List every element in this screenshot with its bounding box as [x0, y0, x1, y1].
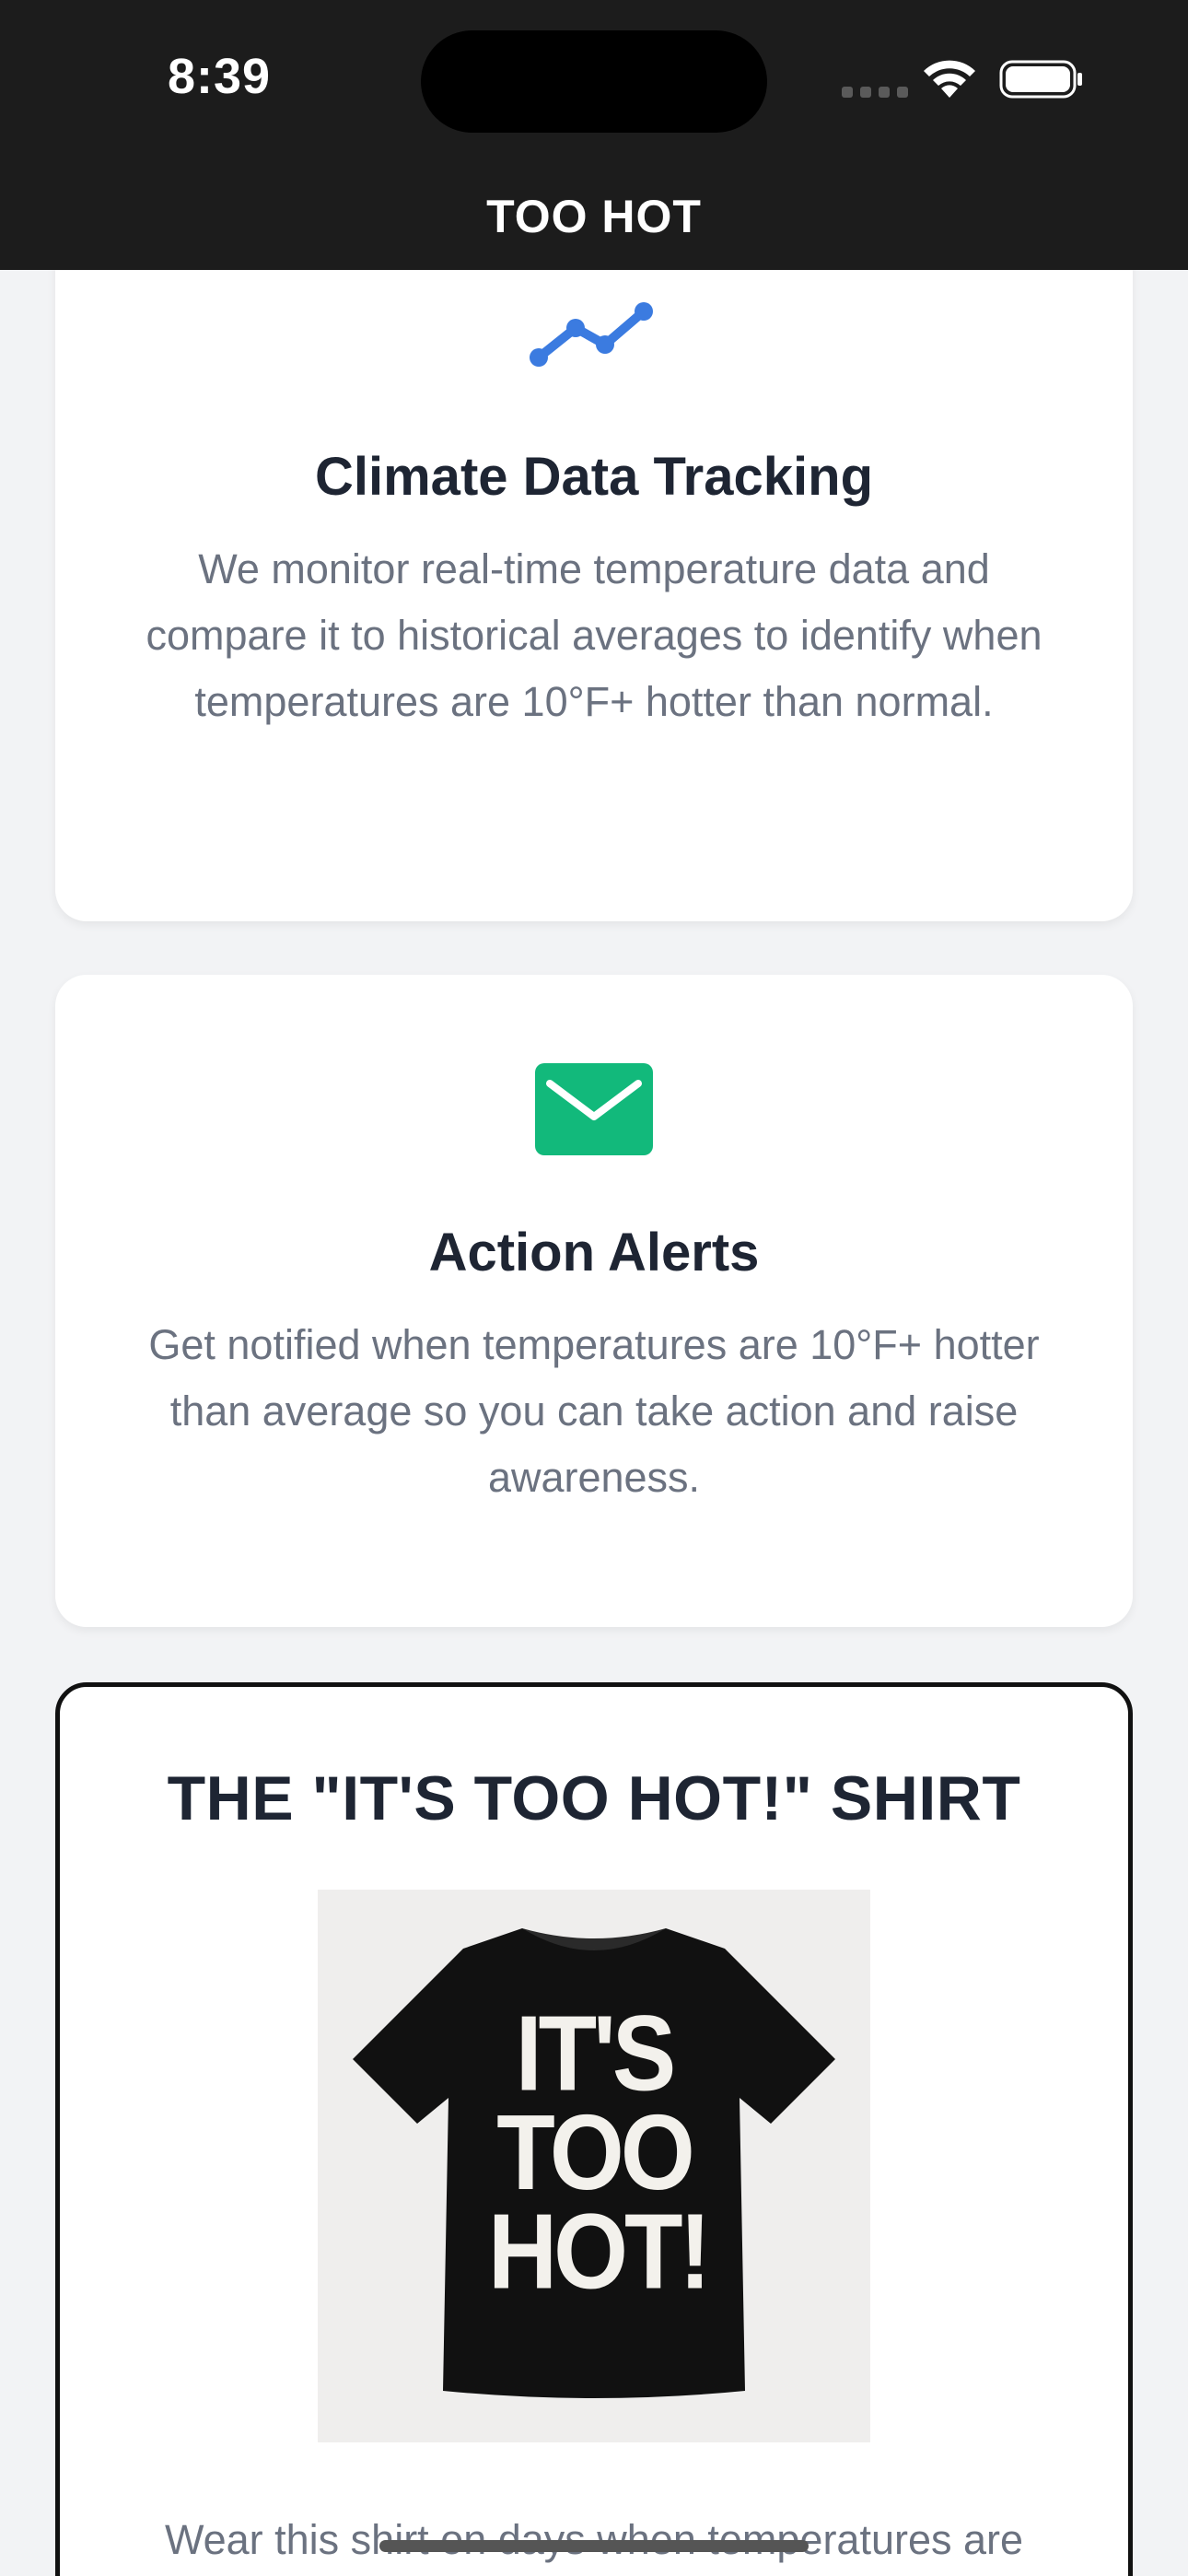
top-bar: 8:39 TOO HOT — [0, 0, 1188, 270]
shirt-title: THE "IT'S TOO HOT!" SHIRT — [167, 1763, 1021, 1833]
feature-title: Climate Data Tracking — [315, 447, 873, 507]
shirt-product-card[interactable]: THE "IT'S TOO HOT!" SHIRT IT'S TOO HOT! … — [55, 1682, 1133, 2576]
feature-card-action-alerts: Action Alerts Get notified when temperat… — [55, 975, 1133, 1627]
home-indicator[interactable] — [379, 2540, 809, 2552]
app-screen: 8:39 TOO HOT Climate Data Tracking We mo… — [0, 0, 1188, 2576]
page-title: TOO HOT — [486, 191, 702, 242]
shirt-graphic-text: IT'S TOO HOT! — [488, 1994, 711, 2313]
wifi-icon — [924, 60, 975, 98]
battery-icon — [999, 60, 1082, 99]
feature-description: Get notified when temperatures are 10°F+… — [148, 1321, 1040, 1501]
dynamic-island — [421, 30, 767, 133]
status-time: 8:39 — [168, 49, 272, 104]
feature-description: We monitor real-time temperature data an… — [146, 545, 1042, 725]
trend-line-icon — [530, 302, 653, 367]
feature-card-climate-tracking: Climate Data Tracking We monitor real-ti… — [55, 184, 1133, 921]
feature-title: Action Alerts — [428, 1223, 760, 1282]
cellular-signal-icon — [842, 87, 908, 98]
shirt-image[interactable]: IT'S TOO HOT! — [318, 1890, 870, 2442]
mail-icon — [535, 1063, 653, 1155]
